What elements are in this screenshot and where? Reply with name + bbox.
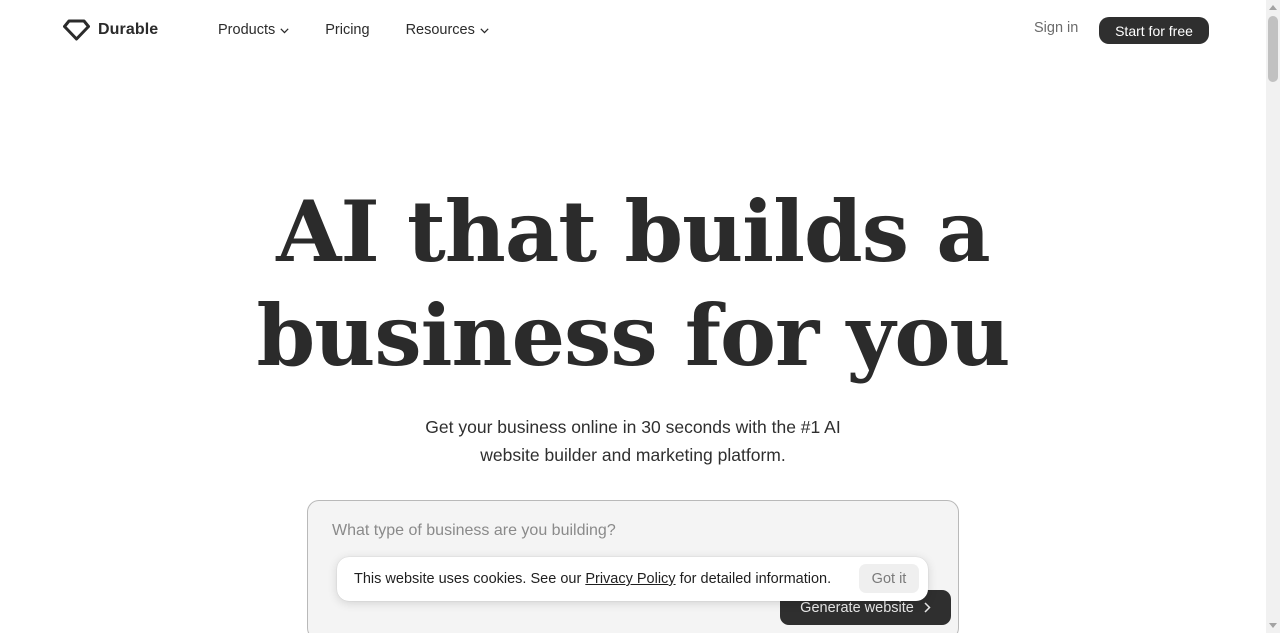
page-scrollbar[interactable] [1266, 0, 1280, 633]
brand-logo[interactable]: Durable [63, 18, 158, 42]
scroll-up-arrow-icon[interactable] [1269, 5, 1277, 10]
generate-website-label: Generate website [800, 599, 914, 616]
nav-products-label: Products [218, 22, 276, 38]
main-nav: Products Pricing Resources [218, 20, 489, 40]
nav-resources[interactable]: Resources [406, 20, 489, 40]
cookie-got-it-button[interactable]: Got it [859, 564, 919, 593]
business-type-input[interactable] [332, 519, 932, 543]
chevron-down-icon [480, 28, 489, 34]
cookie-banner: This website uses cookies. See our Priva… [337, 557, 928, 601]
nav-products[interactable]: Products [218, 20, 289, 40]
nav-pricing[interactable]: Pricing [325, 20, 369, 40]
scrollbar-thumb[interactable] [1268, 16, 1278, 82]
hero-subtitle-line-1: Get your business online in 30 seconds w… [425, 417, 841, 437]
start-for-free-button[interactable]: Start for free [1099, 17, 1209, 44]
diamond-logo-icon [63, 19, 90, 41]
chevron-right-icon [924, 602, 931, 613]
scroll-down-arrow-icon[interactable] [1269, 623, 1277, 628]
hero-subtitle-line-2: website builder and marketing platform. [480, 445, 786, 465]
chevron-down-icon [280, 28, 289, 34]
sign-in-link[interactable]: Sign in [1034, 20, 1078, 36]
hero-title-line-1: AI that builds a [276, 182, 990, 281]
hero-subtitle: Get your business online in 30 seconds w… [390, 413, 876, 469]
site-header: Durable Products Pricing Resources Sign … [0, 0, 1266, 60]
privacy-policy-link[interactable]: Privacy Policy [585, 571, 675, 587]
brand-name: Durable [98, 21, 159, 38]
nav-pricing-label: Pricing [325, 22, 370, 38]
nav-resources-label: Resources [405, 22, 475, 38]
cookie-text-before: This website uses cookies. See our [354, 571, 582, 587]
hero-title-line-2: business for you [256, 286, 1011, 385]
hero-title: AI that builds a business for you [0, 180, 1266, 388]
page: Durable Products Pricing Resources Sign … [0, 0, 1280, 633]
cookie-text-after: for detailed information. [679, 571, 832, 587]
